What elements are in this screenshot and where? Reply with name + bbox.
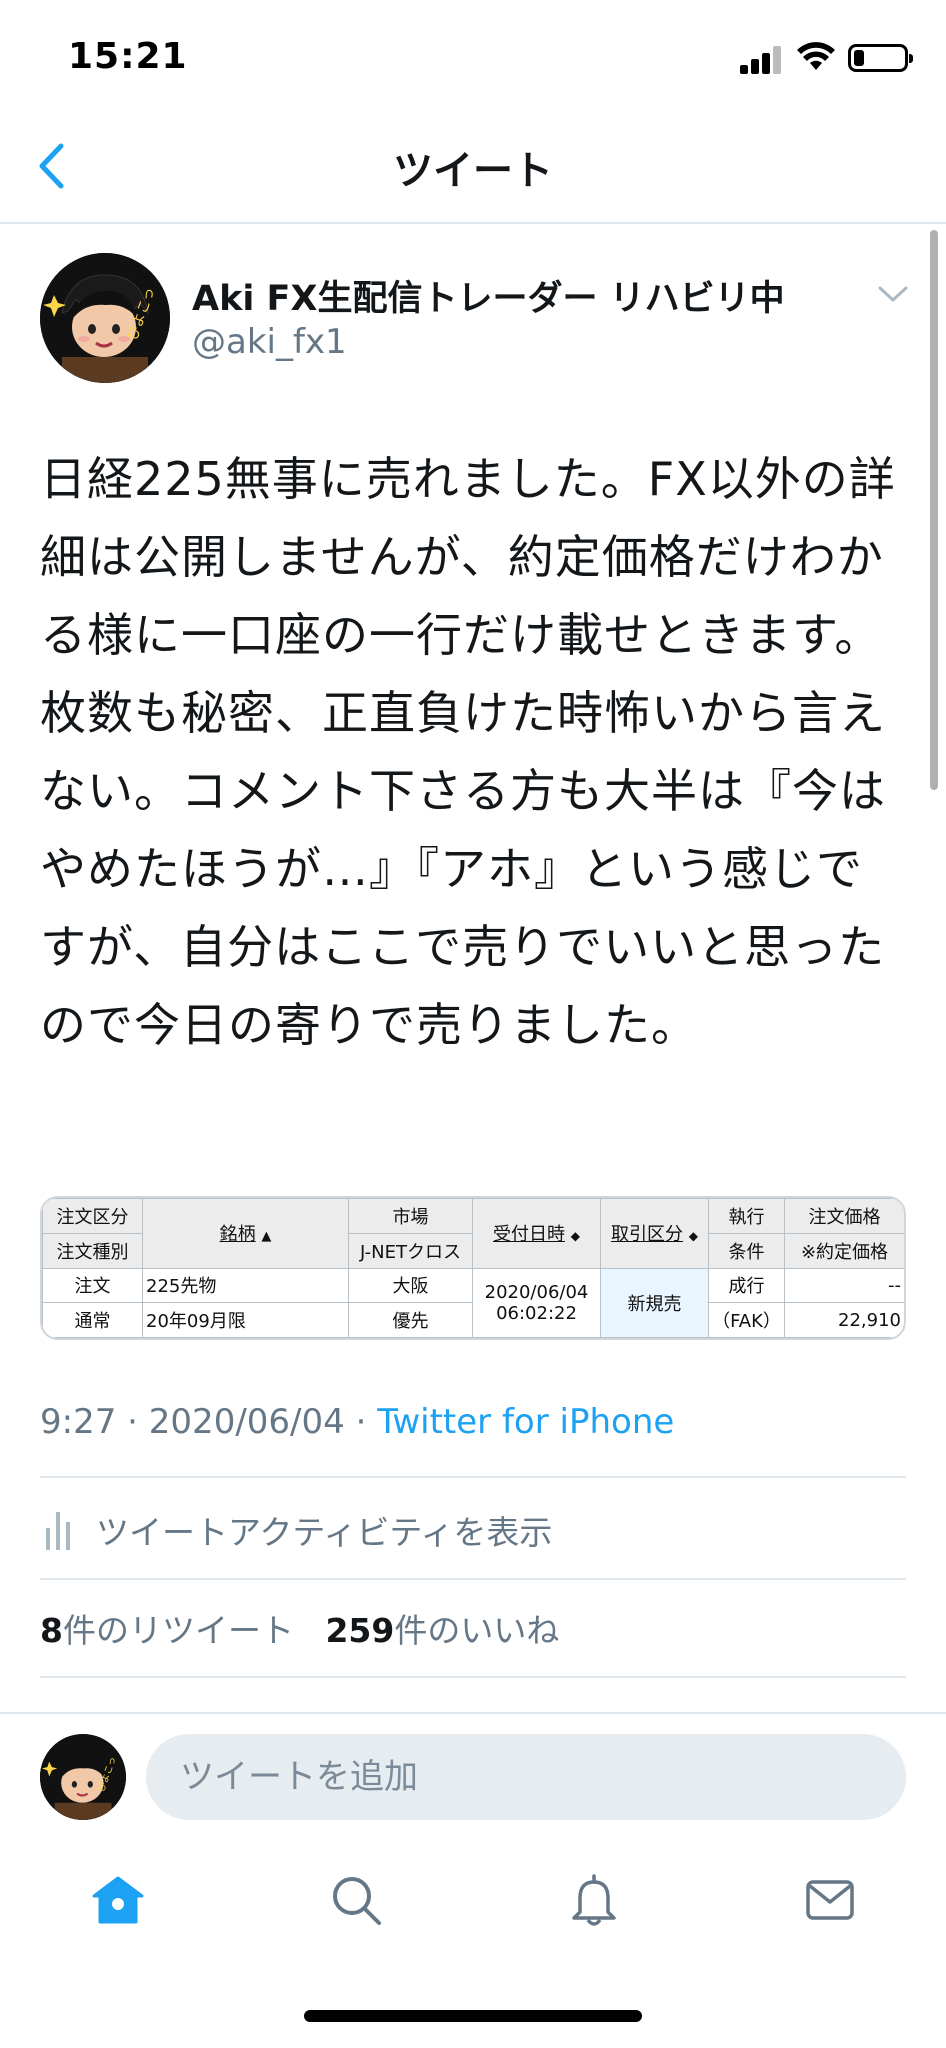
reply-bar: ぴよこっ [0, 1712, 946, 1828]
cell-fill-price: 22,910 [784, 1302, 904, 1338]
nav-header: ツイート [0, 110, 946, 224]
cell-symbol-sub: 20年09月限 [142, 1302, 349, 1338]
user-avatar[interactable]: ぴよこっ [40, 1734, 126, 1820]
tab-search[interactable] [326, 1870, 386, 1930]
divider [40, 1476, 906, 1478]
divider [40, 1578, 906, 1580]
tweet-text: 日経225無事に売れました。FX以外の詳細は公開しませんが、約定価格だけわかる様… [40, 452, 896, 1052]
avatar-illustration: ぴよこっ [40, 253, 170, 383]
tweet-source-link[interactable]: Twitter for iPhone [377, 1402, 674, 1442]
tab-messages[interactable] [800, 1870, 860, 1930]
author-name[interactable]: Aki FX生配信トレーダー リハビリ中 [192, 270, 785, 321]
cell-price: -- [784, 1267, 904, 1304]
tweet-time: 9:27 [40, 1402, 117, 1442]
chevron-down-icon[interactable] [876, 282, 910, 306]
header-trade-class[interactable]: 取引区分 ◆ [600, 1198, 709, 1269]
cell-received: 2020/06/04 06:02:22 [472, 1267, 601, 1338]
page-title: ツイート [393, 148, 553, 194]
order-table: 注文区分 銘柄 ▲ 市場 受付日時 ◆ 取引区分 ◆ 執行 注文価格 注文種別 … [42, 1198, 904, 1338]
header-received[interactable]: 受付日時 ◆ [472, 1198, 601, 1269]
scroll-indicator [930, 230, 938, 790]
header-order-type: 注文種別 [42, 1232, 143, 1269]
cell-exec-2: （FAK） [708, 1302, 785, 1338]
tweet-stats: 8件のリツイート 259件のいいね [40, 1604, 559, 1652]
tweet-date: 2020/06/04 [148, 1402, 345, 1442]
author-handle[interactable]: @aki_fx1 [192, 322, 347, 362]
battery-level [854, 50, 864, 66]
cell-market: 大阪 [348, 1267, 473, 1304]
wifi-icon [797, 42, 835, 70]
bar-chart-icon [46, 1512, 70, 1550]
header-exec-2: 条件 [708, 1232, 785, 1269]
divider [40, 1676, 906, 1678]
tab-home[interactable] [88, 1870, 148, 1930]
retweet-count: 8 [40, 1611, 63, 1650]
tab-bar [0, 1852, 946, 1952]
cell-symbol: 225先物 [142, 1267, 349, 1304]
header-fill-price: ※約定価格 [784, 1232, 904, 1269]
cellular-signal-icon [740, 44, 786, 74]
bell-icon [572, 1874, 616, 1926]
header-exec-1: 執行 [708, 1198, 785, 1234]
avatar-illustration: ぴよこっ [40, 1734, 126, 1820]
cell-trade-class: 新規売 [600, 1267, 709, 1338]
header-symbol[interactable]: 銘柄 ▲ [142, 1198, 349, 1269]
status-time: 15:21 [68, 36, 188, 77]
reply-input[interactable] [146, 1734, 906, 1820]
meta-separator: · [355, 1402, 367, 1442]
retweet-label: 件のリツイート [62, 1611, 294, 1650]
home-indicator[interactable] [304, 2010, 642, 2022]
search-icon [333, 1877, 381, 1925]
battery-icon [848, 44, 913, 72]
cell-exec-1: 成行 [708, 1267, 785, 1304]
header-price: 注文価格 [784, 1198, 904, 1234]
like-count: 259 [325, 1611, 395, 1650]
header-market: 市場 [348, 1198, 473, 1234]
cell-order-type: 通常 [42, 1302, 143, 1338]
tweet-meta: 9:27 · 2020/06/04 · Twitter for iPhone [40, 1402, 674, 1442]
likes-stat[interactable]: 259件のいいね [325, 1611, 559, 1650]
header-order-class: 注文区分 [42, 1198, 143, 1234]
like-label: 件のいいね [394, 1611, 560, 1650]
tweet-activity-link[interactable]: ツイートアクティビティを表示 [40, 1500, 552, 1560]
status-bar: 15:21 [0, 0, 946, 110]
cell-market-sub: 優先 [348, 1302, 473, 1338]
meta-separator: · [127, 1402, 138, 1442]
attached-image[interactable]: 注文区分 銘柄 ▲ 市場 受付日時 ◆ 取引区分 ◆ 執行 注文価格 注文種別 … [40, 1196, 906, 1340]
activity-label: ツイートアクティビティを表示 [96, 1513, 553, 1552]
author-avatar[interactable]: ぴよこっ [40, 253, 170, 383]
home-icon [92, 1876, 144, 1924]
cell-order-class: 注文 [42, 1267, 143, 1304]
tab-notifications[interactable] [564, 1870, 624, 1930]
mail-icon [806, 1880, 854, 1920]
header-market-sub: J-NETクロス [348, 1232, 473, 1269]
retweets-stat[interactable]: 8件のリツイート [40, 1611, 294, 1650]
